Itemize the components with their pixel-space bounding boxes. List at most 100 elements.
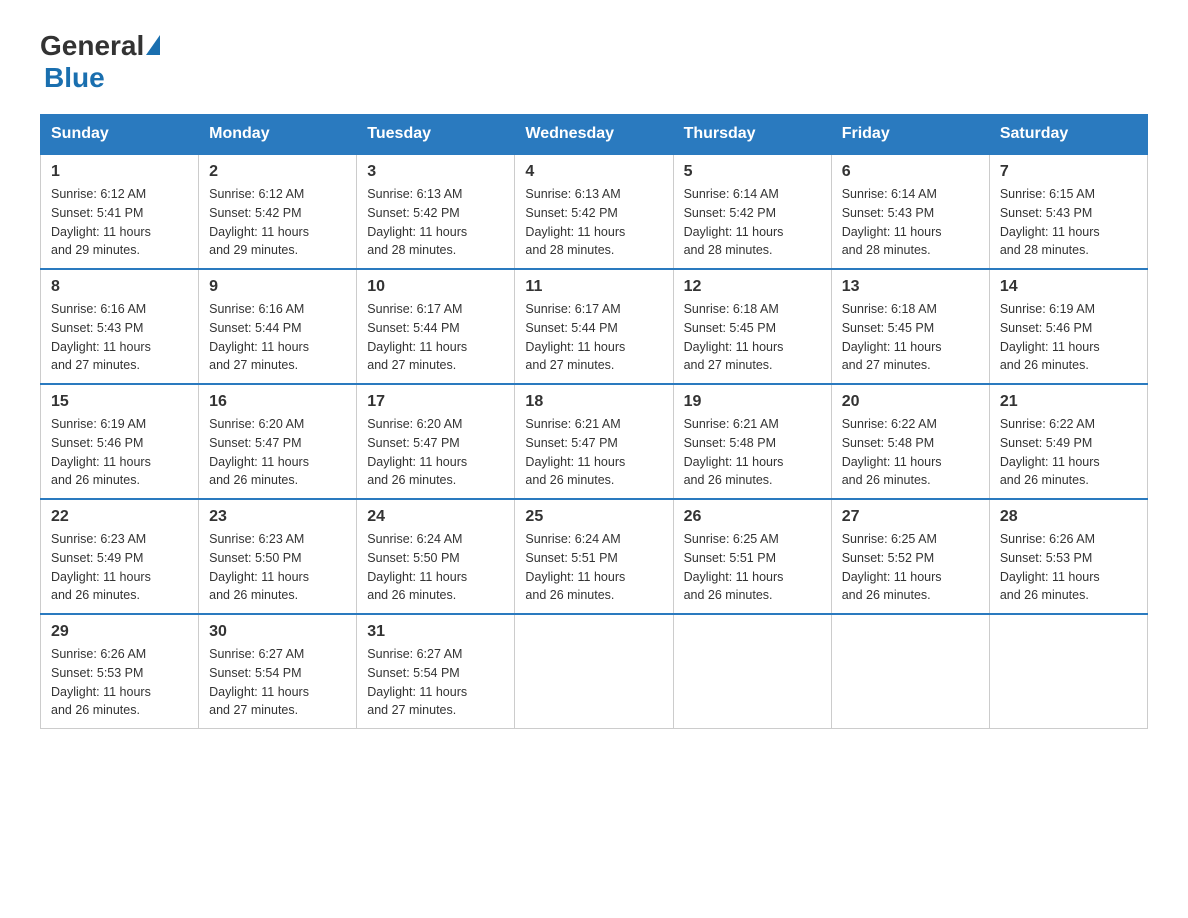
day-number: 1 (51, 163, 188, 181)
day-number: 8 (51, 278, 188, 296)
day-number: 30 (209, 623, 346, 641)
week-row-2: 8 Sunrise: 6:16 AM Sunset: 5:43 PM Dayli… (41, 269, 1148, 384)
calendar-header-row: SundayMondayTuesdayWednesdayThursdayFrid… (41, 115, 1148, 155)
day-info: Sunrise: 6:22 AM Sunset: 5:49 PM Dayligh… (1000, 415, 1137, 490)
logo: General Blue (40, 30, 160, 94)
day-number: 16 (209, 393, 346, 411)
day-number: 2 (209, 163, 346, 181)
day-info: Sunrise: 6:24 AM Sunset: 5:50 PM Dayligh… (367, 530, 504, 605)
header-saturday: Saturday (989, 115, 1147, 155)
calendar-cell: 8 Sunrise: 6:16 AM Sunset: 5:43 PM Dayli… (41, 269, 199, 384)
header-monday: Monday (199, 115, 357, 155)
calendar-cell: 28 Sunrise: 6:26 AM Sunset: 5:53 PM Dayl… (989, 499, 1147, 614)
day-info: Sunrise: 6:14 AM Sunset: 5:42 PM Dayligh… (684, 185, 821, 260)
week-row-1: 1 Sunrise: 6:12 AM Sunset: 5:41 PM Dayli… (41, 154, 1148, 269)
day-number: 21 (1000, 393, 1137, 411)
day-info: Sunrise: 6:25 AM Sunset: 5:51 PM Dayligh… (684, 530, 821, 605)
day-number: 26 (684, 508, 821, 526)
week-row-4: 22 Sunrise: 6:23 AM Sunset: 5:49 PM Dayl… (41, 499, 1148, 614)
day-number: 17 (367, 393, 504, 411)
day-number: 13 (842, 278, 979, 296)
day-info: Sunrise: 6:23 AM Sunset: 5:49 PM Dayligh… (51, 530, 188, 605)
day-number: 29 (51, 623, 188, 641)
day-number: 12 (684, 278, 821, 296)
day-number: 31 (367, 623, 504, 641)
calendar-cell (673, 614, 831, 729)
day-info: Sunrise: 6:12 AM Sunset: 5:41 PM Dayligh… (51, 185, 188, 260)
day-info: Sunrise: 6:15 AM Sunset: 5:43 PM Dayligh… (1000, 185, 1137, 260)
day-info: Sunrise: 6:23 AM Sunset: 5:50 PM Dayligh… (209, 530, 346, 605)
calendar-cell: 13 Sunrise: 6:18 AM Sunset: 5:45 PM Dayl… (831, 269, 989, 384)
calendar-cell: 6 Sunrise: 6:14 AM Sunset: 5:43 PM Dayli… (831, 154, 989, 269)
calendar-cell: 26 Sunrise: 6:25 AM Sunset: 5:51 PM Dayl… (673, 499, 831, 614)
header-friday: Friday (831, 115, 989, 155)
day-info: Sunrise: 6:21 AM Sunset: 5:47 PM Dayligh… (525, 415, 662, 490)
calendar-cell: 29 Sunrise: 6:26 AM Sunset: 5:53 PM Dayl… (41, 614, 199, 729)
day-number: 23 (209, 508, 346, 526)
calendar-cell: 30 Sunrise: 6:27 AM Sunset: 5:54 PM Dayl… (199, 614, 357, 729)
calendar-cell: 11 Sunrise: 6:17 AM Sunset: 5:44 PM Dayl… (515, 269, 673, 384)
calendar-cell: 4 Sunrise: 6:13 AM Sunset: 5:42 PM Dayli… (515, 154, 673, 269)
day-number: 7 (1000, 163, 1137, 181)
logo-general-text: General (40, 30, 144, 62)
calendar-cell: 27 Sunrise: 6:25 AM Sunset: 5:52 PM Dayl… (831, 499, 989, 614)
calendar-cell: 12 Sunrise: 6:18 AM Sunset: 5:45 PM Dayl… (673, 269, 831, 384)
day-info: Sunrise: 6:27 AM Sunset: 5:54 PM Dayligh… (367, 645, 504, 720)
day-info: Sunrise: 6:20 AM Sunset: 5:47 PM Dayligh… (367, 415, 504, 490)
page-header: General Blue (40, 30, 1148, 94)
calendar-cell: 18 Sunrise: 6:21 AM Sunset: 5:47 PM Dayl… (515, 384, 673, 499)
day-info: Sunrise: 6:17 AM Sunset: 5:44 PM Dayligh… (367, 300, 504, 375)
calendar-cell: 3 Sunrise: 6:13 AM Sunset: 5:42 PM Dayli… (357, 154, 515, 269)
day-info: Sunrise: 6:17 AM Sunset: 5:44 PM Dayligh… (525, 300, 662, 375)
day-info: Sunrise: 6:26 AM Sunset: 5:53 PM Dayligh… (1000, 530, 1137, 605)
logo-triangle-icon (146, 35, 160, 55)
calendar-cell: 5 Sunrise: 6:14 AM Sunset: 5:42 PM Dayli… (673, 154, 831, 269)
day-number: 27 (842, 508, 979, 526)
day-number: 3 (367, 163, 504, 181)
day-info: Sunrise: 6:14 AM Sunset: 5:43 PM Dayligh… (842, 185, 979, 260)
day-info: Sunrise: 6:27 AM Sunset: 5:54 PM Dayligh… (209, 645, 346, 720)
calendar-cell: 19 Sunrise: 6:21 AM Sunset: 5:48 PM Dayl… (673, 384, 831, 499)
calendar-cell (989, 614, 1147, 729)
day-number: 14 (1000, 278, 1137, 296)
calendar-cell: 1 Sunrise: 6:12 AM Sunset: 5:41 PM Dayli… (41, 154, 199, 269)
day-number: 9 (209, 278, 346, 296)
week-row-5: 29 Sunrise: 6:26 AM Sunset: 5:53 PM Dayl… (41, 614, 1148, 729)
day-info: Sunrise: 6:26 AM Sunset: 5:53 PM Dayligh… (51, 645, 188, 720)
day-number: 4 (525, 163, 662, 181)
day-info: Sunrise: 6:16 AM Sunset: 5:43 PM Dayligh… (51, 300, 188, 375)
calendar-cell: 17 Sunrise: 6:20 AM Sunset: 5:47 PM Dayl… (357, 384, 515, 499)
calendar-cell (831, 614, 989, 729)
week-row-3: 15 Sunrise: 6:19 AM Sunset: 5:46 PM Dayl… (41, 384, 1148, 499)
day-number: 24 (367, 508, 504, 526)
day-number: 18 (525, 393, 662, 411)
calendar-cell: 21 Sunrise: 6:22 AM Sunset: 5:49 PM Dayl… (989, 384, 1147, 499)
calendar-cell: 9 Sunrise: 6:16 AM Sunset: 5:44 PM Dayli… (199, 269, 357, 384)
day-info: Sunrise: 6:16 AM Sunset: 5:44 PM Dayligh… (209, 300, 346, 375)
calendar-cell: 15 Sunrise: 6:19 AM Sunset: 5:46 PM Dayl… (41, 384, 199, 499)
day-info: Sunrise: 6:13 AM Sunset: 5:42 PM Dayligh… (525, 185, 662, 260)
calendar-table: SundayMondayTuesdayWednesdayThursdayFrid… (40, 114, 1148, 729)
header-tuesday: Tuesday (357, 115, 515, 155)
calendar-cell: 31 Sunrise: 6:27 AM Sunset: 5:54 PM Dayl… (357, 614, 515, 729)
day-number: 5 (684, 163, 821, 181)
day-number: 25 (525, 508, 662, 526)
day-number: 19 (684, 393, 821, 411)
day-info: Sunrise: 6:19 AM Sunset: 5:46 PM Dayligh… (51, 415, 188, 490)
calendar-cell: 10 Sunrise: 6:17 AM Sunset: 5:44 PM Dayl… (357, 269, 515, 384)
logo-blue-text: Blue (44, 62, 160, 94)
calendar-cell: 2 Sunrise: 6:12 AM Sunset: 5:42 PM Dayli… (199, 154, 357, 269)
day-info: Sunrise: 6:18 AM Sunset: 5:45 PM Dayligh… (842, 300, 979, 375)
day-number: 6 (842, 163, 979, 181)
day-number: 20 (842, 393, 979, 411)
header-wednesday: Wednesday (515, 115, 673, 155)
day-info: Sunrise: 6:19 AM Sunset: 5:46 PM Dayligh… (1000, 300, 1137, 375)
day-number: 15 (51, 393, 188, 411)
day-info: Sunrise: 6:25 AM Sunset: 5:52 PM Dayligh… (842, 530, 979, 605)
day-info: Sunrise: 6:22 AM Sunset: 5:48 PM Dayligh… (842, 415, 979, 490)
day-info: Sunrise: 6:21 AM Sunset: 5:48 PM Dayligh… (684, 415, 821, 490)
calendar-cell: 16 Sunrise: 6:20 AM Sunset: 5:47 PM Dayl… (199, 384, 357, 499)
header-sunday: Sunday (41, 115, 199, 155)
day-info: Sunrise: 6:18 AM Sunset: 5:45 PM Dayligh… (684, 300, 821, 375)
day-number: 11 (525, 278, 662, 296)
